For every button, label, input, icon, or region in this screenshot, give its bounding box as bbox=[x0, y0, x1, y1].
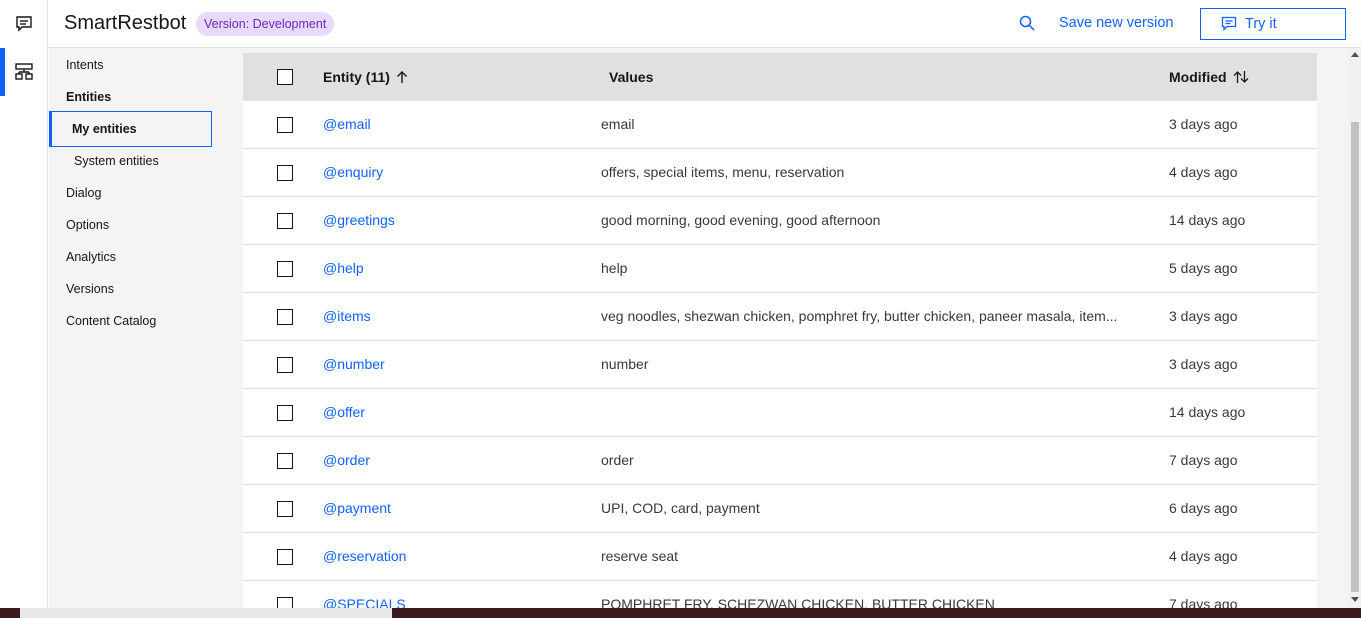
entity-link[interactable]: @items bbox=[323, 308, 371, 324]
sidebar-item-versions[interactable]: Versions bbox=[66, 282, 114, 296]
entity-link[interactable]: @number bbox=[323, 356, 385, 372]
row-checkbox[interactable] bbox=[277, 501, 293, 517]
table-row[interactable]: @offer 14 days ago bbox=[243, 389, 1317, 437]
row-checkbox[interactable] bbox=[277, 597, 293, 608]
sidebar-item-analytics[interactable]: Analytics bbox=[66, 250, 116, 264]
entity-link[interactable]: @help bbox=[323, 260, 364, 276]
search-button[interactable] bbox=[1018, 14, 1038, 34]
row-checkbox[interactable] bbox=[277, 453, 293, 469]
version-badge[interactable]: Version: Development bbox=[196, 12, 335, 36]
modified-time: 3 days ago bbox=[1169, 308, 1238, 324]
chat-bubble-icon bbox=[1221, 16, 1237, 32]
entity-link[interactable]: @SPECIALS bbox=[323, 596, 406, 608]
sort-icon bbox=[1233, 71, 1249, 83]
sidebar-item-content-catalog[interactable]: Content Catalog bbox=[66, 314, 156, 328]
entity-link[interactable]: @offer bbox=[323, 404, 365, 420]
top-header: SmartRestbot Version: Development Save n… bbox=[48, 0, 1361, 52]
row-checkbox[interactable] bbox=[277, 165, 293, 181]
column-header-modified-label: Modified bbox=[1169, 69, 1227, 85]
scroll-up-arrow-icon[interactable] bbox=[1351, 52, 1359, 57]
entity-values: POMPHRET FRY, SCHEZWAN CHICKEN, BUTTER C… bbox=[601, 596, 995, 608]
table-row[interactable]: @order order 7 days ago bbox=[243, 437, 1317, 485]
entity-values: reserve seat bbox=[601, 548, 679, 564]
vertical-scrollbar[interactable] bbox=[1349, 48, 1361, 608]
modified-time: 3 days ago bbox=[1169, 116, 1238, 132]
column-header-entity-label: Entity (11) bbox=[323, 69, 390, 85]
modified-time: 4 days ago bbox=[1169, 164, 1238, 180]
search-icon bbox=[1019, 15, 1035, 31]
sort-ascending-icon bbox=[396, 71, 407, 83]
column-header-entity[interactable]: Entity (11) bbox=[323, 69, 408, 85]
row-checkbox[interactable] bbox=[277, 549, 293, 565]
entity-link[interactable]: @greetings bbox=[323, 212, 395, 228]
scrollbar-thumb[interactable] bbox=[1351, 122, 1359, 592]
row-checkbox[interactable] bbox=[277, 405, 293, 421]
entity-values: veg noodles, shezwan chicken, pomphret f… bbox=[601, 308, 1118, 324]
entity-values: good morning, good evening, good afterno… bbox=[601, 212, 881, 228]
entity-values: help bbox=[601, 260, 628, 276]
row-checkbox[interactable] bbox=[277, 357, 293, 373]
entity-link[interactable]: @email bbox=[323, 116, 371, 132]
entity-link[interactable]: @enquiry bbox=[323, 164, 383, 180]
save-new-version-button[interactable]: Save new version bbox=[1059, 15, 1173, 31]
sidebar-item-entities[interactable]: Entities bbox=[66, 90, 111, 104]
table-row[interactable]: @items veg noodles, shezwan chicken, pomp… bbox=[243, 293, 1317, 341]
modified-time: 14 days ago bbox=[1169, 212, 1246, 228]
table-row[interactable]: @number number 3 days ago bbox=[243, 341, 1317, 389]
sidebar-item-label: My entities bbox=[72, 122, 137, 136]
modified-time: 14 days ago bbox=[1169, 404, 1246, 420]
table-row[interactable]: @reservation reserve seat 4 days ago bbox=[243, 533, 1317, 581]
os-taskbar-search bbox=[20, 608, 392, 618]
row-checkbox[interactable] bbox=[277, 261, 293, 277]
sidebar-item-dialog[interactable]: Dialog bbox=[66, 186, 101, 200]
sidebar-item-options[interactable]: Options bbox=[66, 218, 109, 232]
entity-values: offers, special items, menu, reservation bbox=[601, 164, 845, 180]
table-row[interactable]: @payment UPI, COD, card, payment 6 days ag… bbox=[243, 485, 1317, 533]
modified-time: 3 days ago bbox=[1169, 356, 1238, 372]
sidebar-nav: Intents Entities My entities System enti… bbox=[49, 48, 243, 608]
chat-rail-button[interactable] bbox=[0, 0, 48, 48]
table-row[interactable]: @enquiry offers, special items, menu, res… bbox=[243, 149, 1317, 197]
sidebar-item-intents[interactable]: Intents bbox=[66, 58, 104, 72]
entity-values: email bbox=[601, 116, 635, 132]
app-title: SmartRestbot bbox=[64, 12, 187, 34]
table-row[interactable]: @greetings good morning, good evening, go… bbox=[243, 197, 1317, 245]
row-checkbox[interactable] bbox=[277, 309, 293, 325]
modified-time: 7 days ago bbox=[1169, 452, 1238, 468]
modified-time: 7 days ago bbox=[1169, 596, 1238, 608]
row-checkbox[interactable] bbox=[277, 117, 293, 133]
scroll-down-arrow-icon[interactable] bbox=[1351, 597, 1359, 602]
entity-values: UPI, COD, card, payment bbox=[601, 500, 760, 516]
table-row[interactable]: @SPECIALS POMPHRET FRY, SCHEZWAN CHICKEN,… bbox=[243, 581, 1317, 608]
sidebar-item-system-entities[interactable]: System entities bbox=[74, 154, 159, 168]
modified-time: 6 days ago bbox=[1169, 500, 1238, 516]
table-row[interactable]: @email email 3 days ago bbox=[243, 101, 1317, 149]
skills-rail-button[interactable] bbox=[0, 48, 48, 96]
entity-values: order bbox=[601, 452, 634, 468]
entities-table: Entity (11) Values Modified @email email 3… bbox=[243, 53, 1317, 608]
table-row[interactable]: @help help 5 days ago bbox=[243, 245, 1317, 293]
sidebar-item-my-entities[interactable]: My entities bbox=[49, 111, 212, 147]
entity-link[interactable]: @order bbox=[323, 452, 370, 468]
column-header-modified[interactable]: Modified bbox=[1169, 69, 1249, 85]
modified-time: 4 days ago bbox=[1169, 548, 1238, 564]
table-header: Entity (11) Values Modified bbox=[243, 53, 1317, 101]
try-it-label: Try it bbox=[1245, 16, 1277, 32]
select-all-checkbox[interactable] bbox=[277, 69, 293, 85]
row-checkbox[interactable] bbox=[277, 213, 293, 229]
entity-link[interactable]: @payment bbox=[323, 500, 391, 516]
left-rail bbox=[0, 0, 48, 608]
skills-icon bbox=[15, 63, 33, 80]
column-header-values: Values bbox=[609, 69, 654, 85]
try-it-button[interactable]: Try it bbox=[1200, 8, 1346, 40]
modified-time: 5 days ago bbox=[1169, 260, 1238, 276]
chat-icon bbox=[16, 16, 32, 32]
entity-link[interactable]: @reservation bbox=[323, 548, 406, 564]
entity-values: number bbox=[601, 356, 649, 372]
